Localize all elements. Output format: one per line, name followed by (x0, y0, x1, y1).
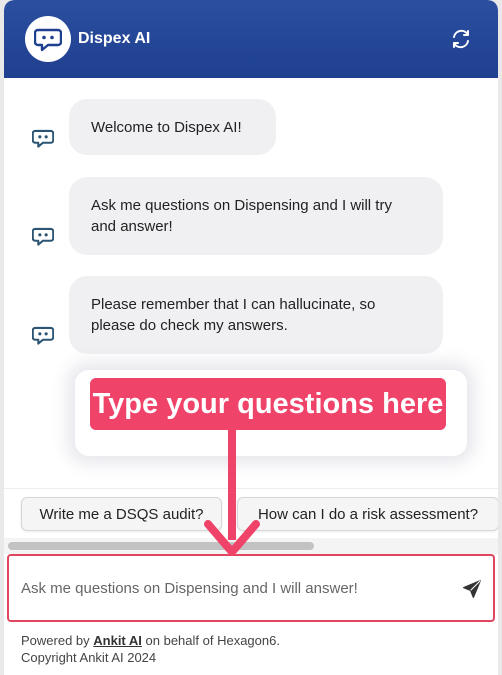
annotation-arrow (204, 430, 260, 556)
